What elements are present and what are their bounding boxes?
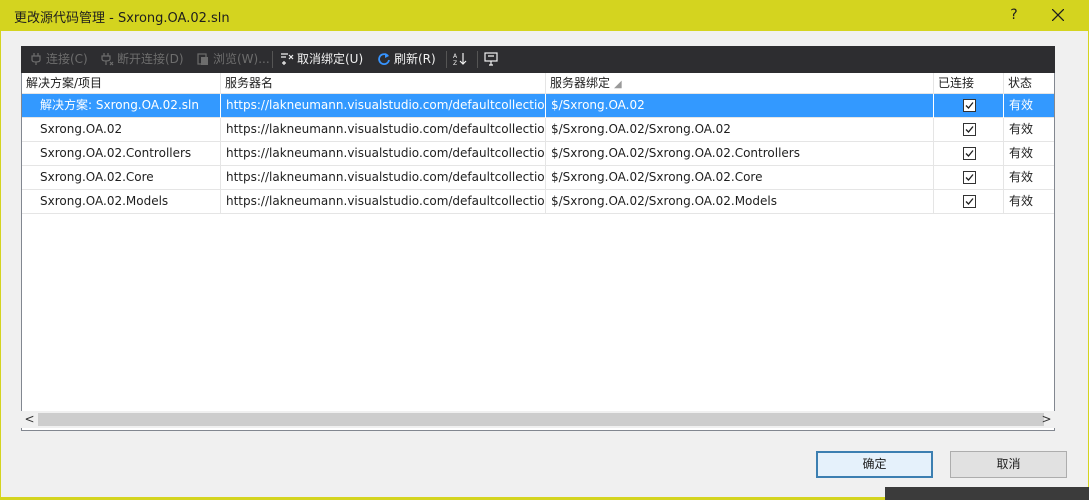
toolbar-separator bbox=[446, 51, 447, 68]
ok-button[interactable]: 确定 bbox=[816, 451, 933, 478]
cell-connected bbox=[934, 166, 1004, 190]
cell-status: 有效 bbox=[1004, 94, 1054, 118]
svg-text:A: A bbox=[453, 53, 458, 60]
connected-checkbox[interactable] bbox=[963, 195, 976, 208]
checkmark-icon bbox=[965, 174, 974, 181]
cell-status-text: 有效 bbox=[1009, 146, 1034, 160]
cell-project-text: Sxrong.OA.02 bbox=[40, 122, 123, 136]
table-row[interactable]: 解决方案: Sxrong.OA.02.sln https://lakneumann… bbox=[22, 94, 1054, 118]
cell-connected bbox=[934, 94, 1004, 118]
dialog-window: 更改源代码管理 - Sxrong.OA.02.sln ? 连接(C) 断开连接(… bbox=[0, 0, 1089, 500]
connected-checkbox[interactable] bbox=[963, 99, 976, 112]
column-header-project[interactable]: 解决方案/项目 bbox=[22, 73, 221, 94]
checkmark-icon bbox=[965, 126, 974, 133]
help-button[interactable]: ? bbox=[992, 0, 1036, 31]
cell-status: 有效 bbox=[1004, 118, 1054, 142]
refresh-icon bbox=[378, 53, 390, 65]
checkmark-icon bbox=[965, 150, 974, 157]
cell-project-text: Sxrong.OA.02.Controllers bbox=[40, 146, 192, 160]
cell-project: Sxrong.OA.02 bbox=[22, 118, 221, 142]
column-header-connected[interactable]: 已连接 bbox=[934, 73, 1004, 94]
dialog-client: 连接(C) 断开连接(D) 浏览(W)... 取消绑定(U) 刷新(R) AZ bbox=[1, 31, 1088, 497]
cell-connected bbox=[934, 190, 1004, 214]
cancel-button[interactable]: 取消 bbox=[950, 451, 1067, 478]
cell-binding-text: $/Sxrong.OA.02/Sxrong.OA.02.Models bbox=[551, 194, 777, 208]
plug-icon bbox=[31, 53, 41, 65]
connected-checkbox[interactable] bbox=[963, 123, 976, 136]
cell-project: 解决方案: Sxrong.OA.02.sln bbox=[22, 94, 221, 118]
cell-project: Sxrong.OA.02.Core bbox=[22, 166, 221, 190]
window-title: 更改源代码管理 - Sxrong.OA.02.sln bbox=[14, 11, 230, 26]
cell-connected bbox=[934, 142, 1004, 166]
cell-binding-text: $/Sxrong.OA.02/Sxrong.OA.02 bbox=[551, 122, 731, 136]
close-button[interactable] bbox=[1036, 0, 1081, 31]
cell-binding: $/Sxrong.OA.02/Sxrong.OA.02 bbox=[546, 118, 934, 142]
scroll-thumb[interactable] bbox=[38, 413, 1044, 426]
cell-server: https://lakneumann.visualstudio.com/defa… bbox=[221, 166, 546, 190]
cell-status-text: 有效 bbox=[1009, 98, 1034, 112]
scroll-right-button[interactable]: > bbox=[1038, 411, 1055, 428]
cell-status: 有效 bbox=[1004, 142, 1054, 166]
sort-ascending-icon: ◢ bbox=[614, 79, 622, 90]
cell-status: 有效 bbox=[1004, 190, 1054, 214]
browse-icon bbox=[197, 53, 208, 65]
connected-checkbox[interactable] bbox=[963, 147, 976, 160]
scroll-left-button[interactable]: < bbox=[21, 411, 38, 428]
connected-checkbox[interactable] bbox=[963, 171, 976, 184]
cell-project-text: 解决方案: Sxrong.OA.02.sln bbox=[40, 98, 199, 112]
unplug-icon bbox=[101, 53, 114, 66]
cell-project-text: Sxrong.OA.02.Models bbox=[40, 194, 169, 208]
cell-server: https://lakneumann.visualstudio.com/defa… bbox=[221, 142, 546, 166]
cell-status-text: 有效 bbox=[1009, 122, 1034, 136]
cell-server-text: https://lakneumann.visualstudio.com/defa… bbox=[226, 146, 546, 160]
cell-binding: $/Sxrong.OA.02/Sxrong.OA.02.Core bbox=[546, 166, 934, 190]
cell-binding: $/Sxrong.OA.02/Sxrong.OA.02.Controllers bbox=[546, 142, 934, 166]
cell-server-text: https://lakneumann.visualstudio.com/defa… bbox=[226, 194, 546, 208]
cell-server: https://lakneumann.visualstudio.com/defa… bbox=[221, 94, 546, 118]
close-icon bbox=[1052, 9, 1064, 21]
cell-binding: $/Sxrong.OA.02 bbox=[546, 94, 934, 118]
checkmark-icon bbox=[965, 102, 974, 109]
cell-status-text: 有效 bbox=[1009, 194, 1034, 208]
column-header-status[interactable]: 状态 bbox=[1004, 73, 1054, 94]
toolbar-separator bbox=[477, 51, 478, 68]
cell-status-text: 有效 bbox=[1009, 170, 1034, 184]
column-header-server[interactable]: 服务器名 bbox=[221, 73, 546, 94]
toolbar-separator bbox=[272, 51, 273, 68]
unbind-icon bbox=[281, 53, 294, 65]
horizontal-scrollbar[interactable]: < > bbox=[21, 411, 1055, 428]
cell-connected bbox=[934, 118, 1004, 142]
cell-binding-text: $/Sxrong.OA.02/Sxrong.OA.02.Core bbox=[551, 170, 763, 184]
cell-status: 有效 bbox=[1004, 166, 1054, 190]
bindings-table: 解决方案/项目 服务器名 服务器绑定 ◢ 已连接 状态 解决方案: Sxrong.… bbox=[21, 73, 1055, 431]
cell-project: Sxrong.OA.02.Controllers bbox=[22, 142, 221, 166]
cell-server-text: https://lakneumann.visualstudio.com/defa… bbox=[226, 170, 546, 184]
background-window bbox=[885, 487, 1089, 500]
cell-project-text: Sxrong.OA.02.Core bbox=[40, 170, 154, 184]
table-header: 解决方案/项目 服务器名 服务器绑定 ◢ 已连接 状态 bbox=[22, 73, 1054, 94]
table-row[interactable]: Sxrong.OA.02.Core https://lakneumann.visu… bbox=[22, 166, 1054, 190]
window-border-left bbox=[0, 31, 1, 500]
cell-binding-text: $/Sxrong.OA.02/Sxrong.OA.02.Controllers bbox=[551, 146, 800, 160]
cell-server-text: https://lakneumann.visualstudio.com/defa… bbox=[226, 122, 546, 136]
cell-server-text: https://lakneumann.visualstudio.com/defa… bbox=[226, 98, 546, 112]
cell-project: Sxrong.OA.02.Models bbox=[22, 190, 221, 214]
sort-az-icon: AZ bbox=[453, 53, 467, 66]
toolbar: 连接(C) 断开连接(D) 浏览(W)... 取消绑定(U) 刷新(R) AZ bbox=[21, 46, 1055, 73]
cell-server: https://lakneumann.visualstudio.com/defa… bbox=[221, 190, 546, 214]
table-row[interactable]: Sxrong.OA.02.Controllers https://lakneuma… bbox=[22, 142, 1054, 166]
table-row[interactable]: Sxrong.OA.02 https://lakneumann.visualstu… bbox=[22, 118, 1054, 142]
table-row[interactable]: Sxrong.OA.02.Models https://lakneumann.vi… bbox=[22, 190, 1054, 214]
properties-icon bbox=[484, 52, 498, 66]
title-bar[interactable]: 更改源代码管理 - Sxrong.OA.02.sln ? bbox=[0, 0, 1089, 31]
cell-binding: $/Sxrong.OA.02/Sxrong.OA.02.Models bbox=[546, 190, 934, 214]
checkmark-icon bbox=[965, 198, 974, 205]
svg-text:Z: Z bbox=[453, 60, 457, 66]
cell-server: https://lakneumann.visualstudio.com/defa… bbox=[221, 118, 546, 142]
cell-binding-text: $/Sxrong.OA.02 bbox=[551, 98, 645, 112]
column-header-binding[interactable]: 服务器绑定 ◢ bbox=[546, 73, 934, 94]
